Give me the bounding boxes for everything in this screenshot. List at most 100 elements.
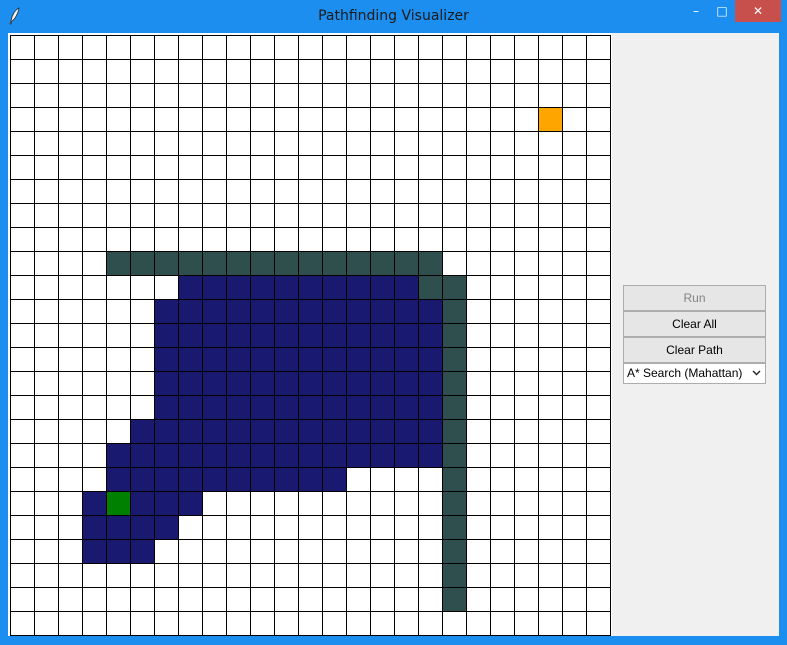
grid-cell[interactable] [106, 299, 131, 324]
grid-cell[interactable] [466, 83, 491, 108]
grid-cell[interactable] [322, 203, 347, 228]
grid-cell[interactable] [322, 107, 347, 132]
explored-cell[interactable] [298, 419, 323, 444]
grid-cell[interactable] [250, 59, 275, 84]
minimize-button[interactable]: – [683, 0, 709, 22]
grid-cell[interactable] [298, 563, 323, 588]
grid-cell[interactable] [322, 611, 347, 636]
grid-cell[interactable] [466, 419, 491, 444]
grid-cell[interactable] [82, 35, 107, 60]
grid-cell[interactable] [538, 419, 563, 444]
grid-cell[interactable] [370, 611, 395, 636]
explored-cell[interactable] [322, 419, 347, 444]
grid-cell[interactable] [586, 347, 611, 372]
grid-cell[interactable] [106, 347, 131, 372]
grid-cell[interactable] [514, 227, 539, 252]
grid-cell[interactable] [34, 179, 59, 204]
grid-cell[interactable] [370, 227, 395, 252]
explored-cell[interactable] [322, 347, 347, 372]
grid-cell[interactable] [418, 227, 443, 252]
grid-cell[interactable] [562, 323, 587, 348]
grid-cell[interactable] [394, 83, 419, 108]
explored-cell[interactable] [346, 275, 371, 300]
grid-cell[interactable] [298, 35, 323, 60]
grid-cell[interactable] [418, 563, 443, 588]
grid-cell[interactable] [82, 227, 107, 252]
grid-cell[interactable] [466, 131, 491, 156]
grid-cell[interactable] [202, 539, 227, 564]
grid-cell[interactable] [58, 347, 83, 372]
grid-cell[interactable] [154, 155, 179, 180]
grid-cell[interactable] [562, 347, 587, 372]
grid-cell[interactable] [562, 227, 587, 252]
explored-cell[interactable] [322, 371, 347, 396]
explored-cell[interactable] [226, 299, 251, 324]
grid-cell[interactable] [154, 203, 179, 228]
grid-cell[interactable] [370, 35, 395, 60]
grid-cell[interactable] [226, 491, 251, 516]
grid-cell[interactable] [250, 539, 275, 564]
wall-cell[interactable] [442, 395, 467, 420]
grid-cell[interactable] [82, 251, 107, 276]
grid-cell[interactable] [442, 59, 467, 84]
explored-cell[interactable] [226, 395, 251, 420]
grid-cell[interactable] [130, 107, 155, 132]
grid-cell[interactable] [250, 155, 275, 180]
grid-cell[interactable] [562, 275, 587, 300]
explored-cell[interactable] [82, 515, 107, 540]
explored-cell[interactable] [394, 347, 419, 372]
grid-cell[interactable] [274, 515, 299, 540]
explored-cell[interactable] [202, 419, 227, 444]
explored-cell[interactable] [322, 299, 347, 324]
grid-cell[interactable] [202, 155, 227, 180]
explored-cell[interactable] [322, 395, 347, 420]
grid-cell[interactable] [250, 35, 275, 60]
grid-cell[interactable] [10, 419, 35, 444]
clear-path-button[interactable]: Clear Path [623, 337, 766, 363]
grid-cell[interactable] [442, 107, 467, 132]
grid-cell[interactable] [274, 107, 299, 132]
grid-cell[interactable] [154, 539, 179, 564]
explored-cell[interactable] [250, 275, 275, 300]
grid-cell[interactable] [442, 83, 467, 108]
grid-cell[interactable] [274, 155, 299, 180]
grid-cell[interactable] [10, 395, 35, 420]
wall-cell[interactable] [442, 419, 467, 444]
explored-cell[interactable] [130, 443, 155, 468]
grid-cell[interactable] [58, 419, 83, 444]
explored-cell[interactable] [274, 467, 299, 492]
grid-cell[interactable] [298, 155, 323, 180]
wall-cell[interactable] [226, 251, 251, 276]
wall-cell[interactable] [130, 251, 155, 276]
grid-cell[interactable] [298, 203, 323, 228]
grid-cell[interactable] [82, 179, 107, 204]
grid-cell[interactable] [346, 227, 371, 252]
grid-cell[interactable] [538, 587, 563, 612]
grid-cell[interactable] [490, 611, 515, 636]
explored-cell[interactable] [418, 323, 443, 348]
grid-cell[interactable] [130, 611, 155, 636]
grid-cell[interactable] [82, 59, 107, 84]
explored-cell[interactable] [274, 395, 299, 420]
explored-cell[interactable] [250, 347, 275, 372]
grid-cell[interactable] [346, 611, 371, 636]
grid-cell[interactable] [466, 251, 491, 276]
grid-cell[interactable] [58, 491, 83, 516]
explored-cell[interactable] [370, 371, 395, 396]
wall-cell[interactable] [322, 251, 347, 276]
grid-cell[interactable] [298, 131, 323, 156]
wall-cell[interactable] [442, 347, 467, 372]
grid-cell[interactable] [538, 275, 563, 300]
grid-cell[interactable] [58, 179, 83, 204]
grid-cell[interactable] [130, 563, 155, 588]
explored-cell[interactable] [154, 515, 179, 540]
grid-cell[interactable] [370, 59, 395, 84]
explored-cell[interactable] [370, 275, 395, 300]
wall-cell[interactable] [394, 251, 419, 276]
grid-cell[interactable] [82, 323, 107, 348]
grid-cell[interactable] [10, 83, 35, 108]
grid-cell[interactable] [58, 323, 83, 348]
grid-cell[interactable] [178, 611, 203, 636]
grid-cell[interactable] [418, 59, 443, 84]
grid-cell[interactable] [298, 587, 323, 612]
